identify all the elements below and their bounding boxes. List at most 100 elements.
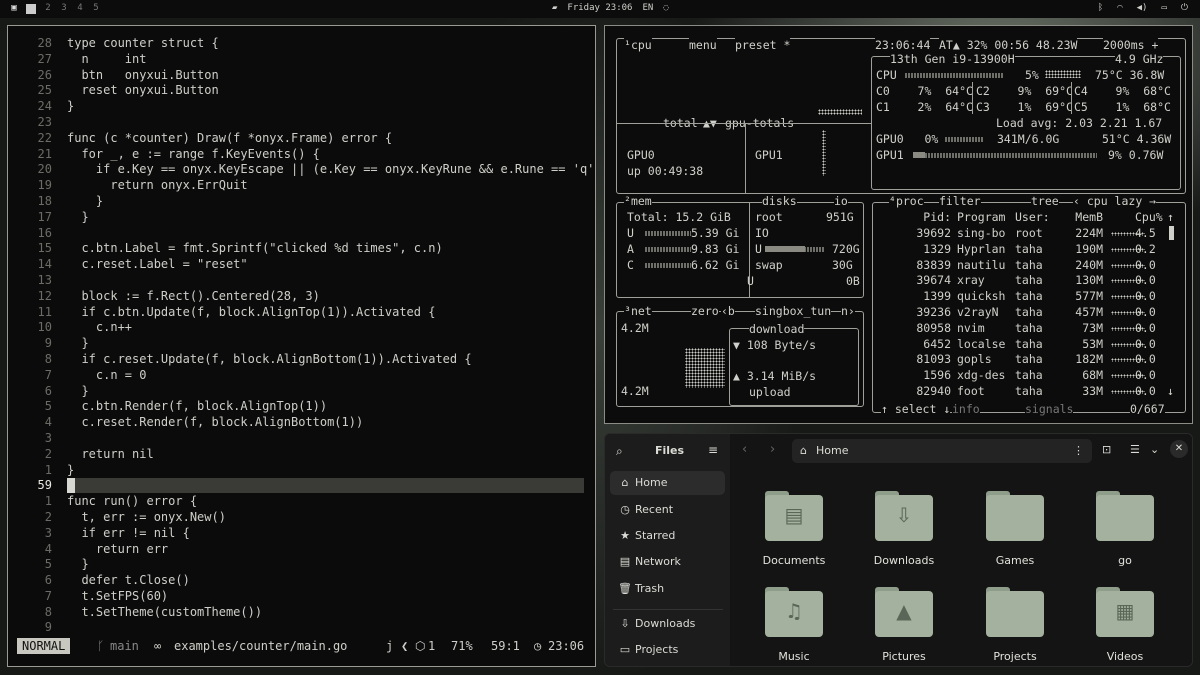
menu-icon[interactable]: ≡ — [708, 443, 718, 457]
net-prev-icon[interactable]: ‹b — [721, 304, 735, 318]
code-line[interactable]: 24} — [8, 99, 595, 115]
path-bar[interactable]: ⌂ Home ⋮ — [792, 439, 1092, 463]
folder-label[interactable]: Games — [965, 554, 1065, 567]
battery-icon[interactable]: ▭ — [1161, 3, 1166, 13]
code-view[interactable]: 28 type counter struct {27 n int 26 btn on… — [8, 36, 595, 636]
sidebar-item-projects[interactable]: ▭ Projects — [610, 638, 725, 662]
code-line[interactable]: 11 if c.btn.Update(f, block.AlignTop(1))… — [8, 305, 595, 321]
net-interface[interactable]: singbox_tun — [755, 304, 832, 318]
sidebar-item-downloads[interactable]: ⇩ Downloads — [610, 612, 725, 636]
path-menu-icon[interactable]: ⋮ — [1073, 444, 1084, 457]
select-hint[interactable]: ↑ select ↓ — [881, 402, 951, 416]
close-icon[interactable]: ✕ — [1170, 440, 1188, 458]
code-line[interactable]: 14 c.reset.Label = "reset" — [8, 257, 595, 273]
code-line[interactable]: 19 return onyx.ErrQuit — [8, 178, 595, 194]
code-line[interactable]: 7 t.SetFPS(60) — [8, 589, 595, 605]
folder-documents[interactable]: ▤ — [765, 491, 823, 541]
code-line[interactable]: 12 block := f.Rect().Centered(28, 3) — [8, 289, 595, 305]
folder-games[interactable] — [986, 491, 1044, 541]
code-line[interactable]: 2 return nil — [8, 447, 595, 463]
cpu-title[interactable]: ¹cpu — [624, 38, 652, 52]
keyboard-layout[interactable]: EN — [642, 3, 653, 13]
folder-label[interactable]: Music — [744, 650, 844, 663]
code-line[interactable]: 20 if e.Key == onyx.KeyEscape || (e.Key … — [8, 162, 595, 178]
code-line[interactable]: 13 — [8, 273, 595, 289]
menu-button[interactable]: menu — [689, 38, 717, 52]
code-line[interactable]: 3 if err != nil { — [8, 526, 595, 542]
code-line[interactable]: 4 c.reset.Render(f, block.AlignBottom(1)… — [8, 415, 595, 431]
folder-label[interactable]: Pictures — [854, 650, 954, 663]
code-line[interactable]: 9 — [8, 620, 595, 636]
view-list-icon[interactable]: ☰ — [1130, 443, 1140, 456]
code-line[interactable]: 10 c.n++ — [8, 320, 595, 336]
btop-monitor[interactable]: ¹cpu menu preset * 23:06:44 AT▲ 32% 00:5… — [604, 25, 1193, 424]
code-line[interactable]: 8 t.SetTheme(customTheme()) — [8, 605, 595, 621]
code-line[interactable]: 5 } — [8, 557, 595, 573]
workspace-3[interactable]: 3 — [60, 3, 68, 14]
signals-hint[interactable]: signals — [1025, 402, 1074, 416]
disks-title[interactable]: disks — [762, 194, 797, 208]
wifi-icon[interactable]: ◠ — [1117, 3, 1122, 13]
folder-downloads[interactable]: ⇩ — [875, 491, 933, 541]
update-rate[interactable]: 2000ms + — [1103, 38, 1159, 52]
view-chevron-icon[interactable]: ⌄ — [1150, 443, 1159, 456]
back-icon[interactable]: ‹ — [742, 442, 747, 457]
folder-label[interactable]: Projects — [965, 650, 1065, 663]
scroll-up-icon[interactable]: ↑ — [1167, 210, 1174, 224]
workspace-4[interactable]: 4 — [76, 3, 84, 14]
proc-tree[interactable]: tree — [1031, 194, 1059, 208]
sidebar-item-network[interactable]: ▤ Network — [610, 550, 725, 574]
code-line[interactable]: 21 for _, e := range f.KeyEvents() { — [8, 147, 595, 163]
folder-projects[interactable] — [986, 587, 1044, 637]
files-window[interactable]: ⌕ Files ≡ ⌂ Home ◷ Recent ★ Starred ▤ Network 🗑 T… — [604, 433, 1193, 667]
code-line[interactable]: 22 func (c *counter) Draw(f *onyx.Frame) … — [8, 131, 595, 147]
scroll-down-icon[interactable]: ↓ — [1167, 384, 1174, 398]
power-icon[interactable]: ⏻ — [1181, 3, 1188, 13]
code-line[interactable]: 27 n int — [8, 52, 595, 68]
sidebar-item-recent[interactable]: ◷ Recent — [610, 498, 725, 522]
sidebar-item-trash[interactable]: 🗑 Trash — [610, 577, 725, 601]
sidebar-item-starred[interactable]: ★ Starred — [610, 524, 725, 548]
folder-label[interactable]: Videos — [1075, 650, 1175, 663]
folder-pictures[interactable]: ▲ — [875, 587, 933, 637]
code-line[interactable]: 3 — [8, 431, 595, 447]
workspace-1-icon[interactable]: ▣ — [10, 3, 18, 14]
code-line[interactable]: 23 — [8, 115, 595, 131]
net-title[interactable]: ³net — [624, 304, 652, 318]
notification-icon[interactable]: ▰ — [552, 3, 557, 13]
code-line[interactable]: 6 defer t.Close() — [8, 573, 595, 589]
code-line[interactable]: 28 type counter struct { — [8, 36, 595, 52]
folder-label[interactable]: go — [1075, 554, 1175, 567]
code-line[interactable]: 5 c.btn.Render(f, block.AlignTop(1)) — [8, 399, 595, 415]
code-line[interactable]: 6 } — [8, 384, 595, 400]
code-line[interactable]: 7 c.n = 0 — [8, 368, 595, 384]
editor-terminal[interactable]: 28 type counter struct {27 n int 26 btn on… — [7, 25, 596, 667]
workspace-5[interactable]: 5 — [92, 3, 100, 14]
info-hint[interactable]: info — [952, 402, 980, 416]
net-zero[interactable]: zero — [691, 304, 719, 318]
preset-button[interactable]: preset * — [735, 38, 791, 52]
code-line[interactable]: 16 — [8, 226, 595, 242]
mem-title[interactable]: ²mem — [624, 194, 652, 208]
folder-go[interactable] — [1096, 491, 1154, 541]
code-line[interactable]: 2 t, err := onyx.New() — [8, 510, 595, 526]
proc-sort[interactable]: ‹ cpu lazy → — [1073, 194, 1157, 208]
new-folder-icon[interactable]: ⊡ — [1102, 443, 1111, 456]
bluetooth-icon[interactable]: ᛒ — [1098, 3, 1103, 13]
proc-scrollbar[interactable] — [1169, 226, 1174, 240]
code-line[interactable]: 8 if c.reset.Update(f, block.AlignBottom… — [8, 352, 595, 368]
net-next-icon[interactable]: n› — [841, 304, 855, 318]
code-line[interactable]: 1} — [8, 463, 595, 479]
workspace-active-icon[interactable] — [26, 4, 36, 14]
code-line[interactable]: 59 — [8, 478, 595, 494]
volume-icon[interactable]: ◀) — [1137, 3, 1148, 13]
workspace-2[interactable]: 2 — [44, 3, 52, 14]
folder-label[interactable]: Documents — [744, 554, 844, 567]
search-icon[interactable]: ⌕ — [616, 444, 623, 459]
code-line[interactable]: 18 } — [8, 194, 595, 210]
code-line[interactable]: 17 } — [8, 210, 595, 226]
folder-music[interactable]: ♫ — [765, 587, 823, 637]
folder-label[interactable]: Downloads — [854, 554, 954, 567]
code-line[interactable]: 9 } — [8, 336, 595, 352]
code-line[interactable]: 1 func run() error { — [8, 494, 595, 510]
